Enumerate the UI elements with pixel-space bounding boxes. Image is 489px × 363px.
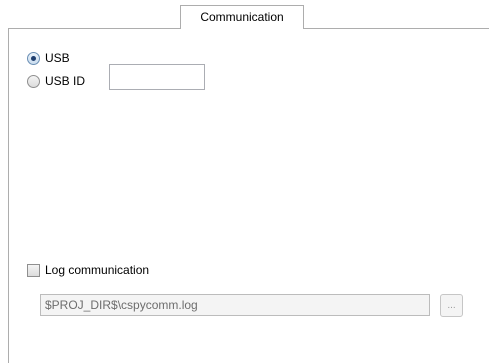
usb-id-radio[interactable]: [27, 74, 40, 88]
log-communication-row[interactable]: Log communication: [27, 262, 149, 278]
communication-dialog: Communication USB USB ID Log communicati…: [0, 0, 489, 363]
tab-communication[interactable]: Communication: [180, 5, 304, 29]
usb-id-radio-row[interactable]: USB ID: [27, 73, 85, 89]
tab-communication-label: Communication: [200, 10, 284, 24]
usb-id-radio-label: USB ID: [45, 74, 86, 88]
browse-log-file-button[interactable]: ...: [440, 294, 463, 317]
radio-selected-dot: [31, 55, 36, 61]
log-communication-label: Log communication: [45, 263, 150, 277]
usb-id-field[interactable]: [109, 64, 205, 90]
usb-radio[interactable]: [27, 51, 40, 65]
log-file-path-field[interactable]: [40, 294, 430, 316]
usb-radio-label: USB: [45, 51, 70, 65]
log-communication-checkbox[interactable]: [27, 263, 40, 277]
usb-radio-row[interactable]: USB: [27, 50, 70, 66]
